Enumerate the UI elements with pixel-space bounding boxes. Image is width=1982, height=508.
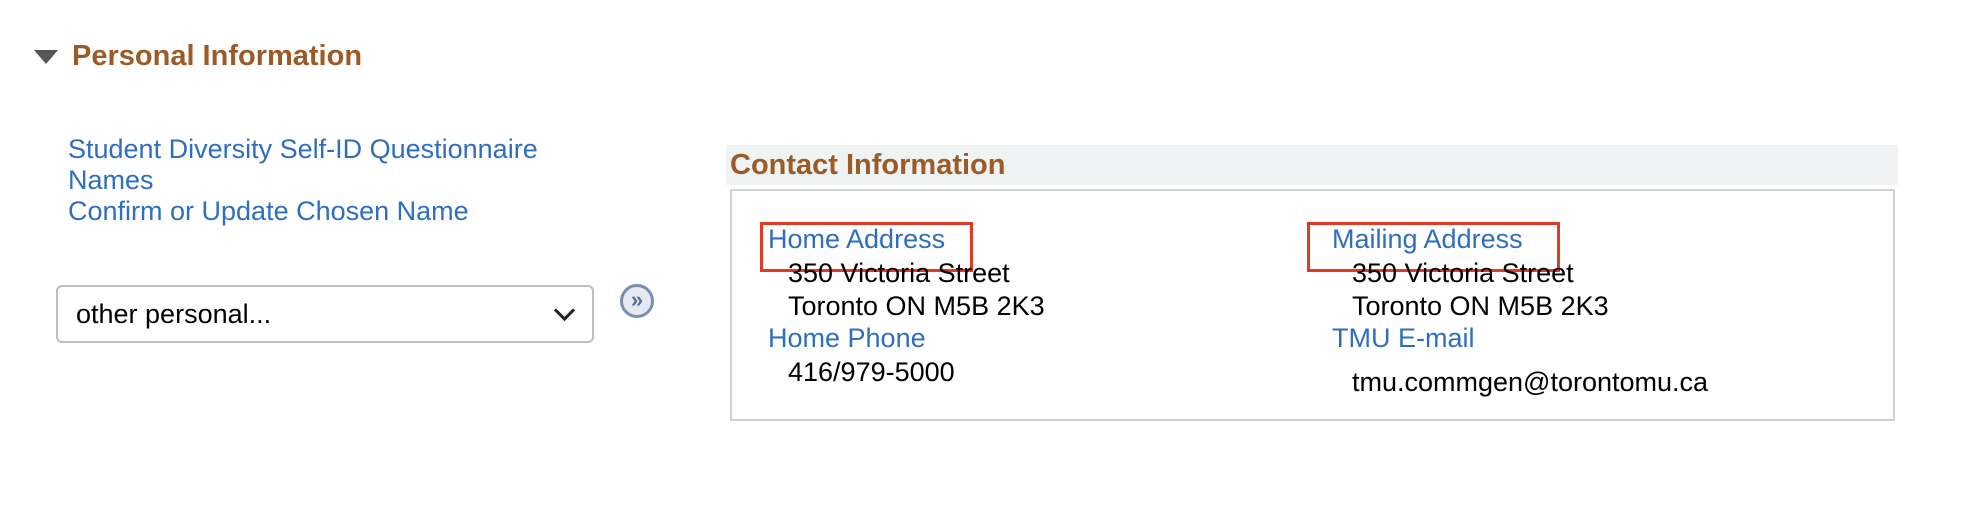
names-link[interactable]: Names [68, 165, 538, 196]
other-personal-select[interactable]: other personal... [56, 285, 594, 343]
mailing-address-link[interactable]: Mailing Address [1332, 224, 1523, 255]
tmu-email-link[interactable]: TMU E-mail [1332, 323, 1475, 354]
contact-information-box: Home Address 350 Victoria Street Toronto… [730, 189, 1895, 421]
home-phone-link[interactable]: Home Phone [768, 323, 926, 354]
chevron-down-icon [553, 299, 576, 321]
diversity-questionnaire-link[interactable]: Student Diversity Self-ID Questionnaire [68, 134, 538, 165]
triangle-down-icon[interactable] [34, 50, 58, 64]
home-address-line2: Toronto ON M5B 2K3 [788, 291, 1045, 321]
go-button[interactable]: » [620, 284, 654, 318]
personal-links: Student Diversity Self-ID Questionnaire … [68, 134, 538, 227]
section-title: Personal Information [72, 39, 363, 72]
select-value: other personal... [76, 298, 272, 329]
personal-information-header[interactable]: Personal Information [34, 34, 362, 78]
chosen-name-link[interactable]: Confirm or Update Chosen Name [68, 196, 538, 227]
mailing-address-line1: 350 Victoria Street [1352, 258, 1574, 288]
home-address-link[interactable]: Home Address [768, 224, 945, 255]
contact-title: Contact Information [730, 148, 1006, 181]
double-chevron-right-icon: » [630, 287, 644, 312]
home-address-line1: 350 Victoria Street [788, 258, 1010, 288]
home-phone-value: 416/979-5000 [788, 357, 955, 387]
tmu-email-value: tmu.commgen@torontomu.ca [1352, 367, 1709, 397]
mailing-address-line2: Toronto ON M5B 2K3 [1352, 291, 1609, 321]
contact-information-header: Contact Information [726, 145, 1898, 185]
